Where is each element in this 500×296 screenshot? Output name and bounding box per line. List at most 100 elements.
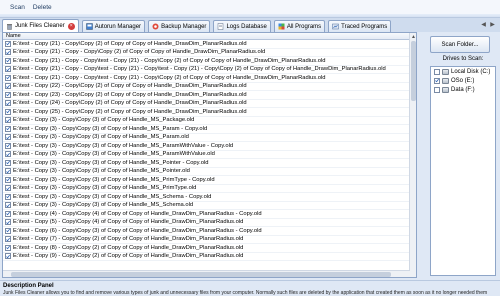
file-path: E:\test - Copy (21) - Copy\Copy (2) of C… (13, 40, 247, 47)
table-row[interactable]: E:\test - Copy (3) - Copy\Copy (3) of Co… (3, 185, 410, 193)
scan-menu-item[interactable]: Scan (10, 4, 25, 11)
drive-item[interactable]: Local Disk (C:) (431, 67, 495, 76)
table-row[interactable]: E:\test - Copy (21) - Copy - Copy\test -… (3, 66, 410, 74)
file-path: E:\test - Copy (3) - Copy\Copy (3) of Co… (13, 176, 215, 183)
table-row[interactable]: E:\test - Copy (7) - Copy\Copy (2) of Co… (3, 236, 410, 244)
tab-traced-programs[interactable]: Traced Programs (328, 20, 392, 32)
table-row[interactable]: E:\test - Copy (3) - Copy\Copy (3) of Co… (3, 151, 410, 159)
drive-checkbox[interactable] (434, 68, 440, 75)
tab-all-programs[interactable]: All Programs (273, 20, 326, 32)
hard-drive-icon (442, 68, 449, 75)
chevron-left-icon[interactable]: ◀ (480, 20, 487, 28)
table-row[interactable]: E:\test - Copy (3) - Copy\Copy (3) of Co… (3, 125, 410, 134)
table-row[interactable]: E:\test - Copy (3) - Copy\Copy (3) of Co… (3, 159, 410, 168)
menu-bar: Scan Delete (0, 0, 500, 14)
table-row[interactable]: E:\test - Copy (3) - Copy\Copy (3) of Co… (3, 142, 410, 151)
table-row[interactable]: E:\test - Copy (23) - Copy\Copy (2) of C… (3, 91, 410, 100)
table-row[interactable]: E:\test - Copy (4) - Copy\Copy (4) of Co… (3, 210, 410, 219)
side-panel: Scan Folder... Drives to Scan: Local Dis… (422, 32, 498, 278)
drive-item[interactable]: OSo (E:) (431, 76, 495, 85)
drive-item[interactable]: Data (F:) (431, 85, 495, 94)
file-path: E:\test - Copy (3) - Copy\Copy (3) of Co… (13, 193, 212, 200)
row-checkbox[interactable] (5, 193, 11, 200)
drives-label: Drives to Scan: (442, 56, 484, 62)
scroll-up-icon[interactable]: ▲ (410, 33, 416, 40)
row-checkbox[interactable] (5, 66, 11, 73)
row-checkbox[interactable] (5, 159, 11, 166)
tab-logs-database[interactable]: Logs Database (213, 20, 271, 32)
table-row[interactable]: E:\test - Copy (3) - Copy\Copy (3) of Co… (3, 117, 410, 125)
drive-checkbox[interactable] (434, 86, 440, 93)
row-checkbox[interactable] (5, 40, 11, 47)
table-row[interactable]: E:\test - Copy (22) - Copy\Copy (2) of C… (3, 83, 410, 91)
delete-menu-item[interactable]: Delete (33, 4, 52, 11)
close-icon[interactable]: × (67, 22, 75, 30)
row-checkbox[interactable] (5, 210, 11, 217)
scan-folder-button[interactable]: Scan Folder... (430, 36, 490, 53)
row-checkbox[interactable] (5, 168, 11, 175)
row-checkbox[interactable] (5, 49, 11, 56)
table-row[interactable]: E:\test - Copy (3) - Copy\Copy (3) of Co… (3, 193, 410, 202)
traced-icon (332, 23, 339, 30)
row-checkbox[interactable] (5, 253, 11, 260)
row-checkbox[interactable] (5, 185, 11, 192)
file-path: E:\test - Copy (3) - Copy\Copy (3) of Co… (13, 168, 190, 175)
table-row[interactable]: E:\test - Copy (3) - Copy\Copy (3) of Co… (3, 134, 410, 142)
junk-files-list: Name E:\test - Copy (21) - Copy\Copy (2)… (2, 32, 417, 278)
row-checkbox[interactable] (5, 219, 11, 226)
file-path: E:\test - Copy (4) - Copy\Copy (4) of Co… (13, 210, 262, 217)
autorun-icon (85, 23, 93, 30)
vertical-scrollbar[interactable]: ▲ (409, 33, 416, 277)
row-checkbox[interactable] (5, 125, 11, 132)
row-checkbox[interactable] (5, 108, 11, 115)
chevron-right-icon[interactable]: ▶ (489, 20, 496, 28)
row-checkbox[interactable] (5, 176, 11, 183)
file-path: E:\test - Copy (22) - Copy\Copy (2) of C… (13, 83, 247, 90)
tab-label: All Programs (286, 23, 322, 30)
table-row[interactable]: E:\test - Copy (8) - Copy\Copy (2) of Co… (3, 244, 410, 253)
file-path: E:\test - Copy (6) - Copy\Copy (3) of Co… (13, 227, 262, 234)
row-checkbox[interactable] (5, 142, 11, 149)
table-row[interactable]: E:\test - Copy (3) - Copy\Copy (3) of Co… (3, 202, 410, 210)
tab-label: Junk Files Cleaner (15, 23, 65, 29)
table-row[interactable]: E:\test - Copy (3) - Copy\Copy (3) of Co… (3, 168, 410, 176)
row-checkbox[interactable] (5, 236, 11, 243)
table-row[interactable]: E:\test - Copy (6) - Copy\Copy (3) of Co… (3, 227, 410, 236)
trash-icon (6, 23, 13, 30)
row-checkbox[interactable] (5, 244, 11, 251)
table-row[interactable]: E:\test - Copy (21) - Copy\Copy (2) of C… (3, 40, 410, 49)
scroll-thumb[interactable] (11, 272, 391, 277)
horizontal-scrollbar[interactable] (3, 270, 410, 277)
description-text: Junk Files Cleaner allows you to find an… (3, 290, 488, 296)
drive-checkbox[interactable] (434, 77, 440, 84)
row-checkbox[interactable] (5, 202, 11, 209)
backup-icon (152, 23, 159, 30)
file-path: E:\test - Copy (3) - Copy\Copy (3) of Co… (13, 117, 195, 124)
table-row[interactable]: E:\test - Copy (9) - Copy\Copy (2) of Co… (3, 253, 410, 261)
table-row[interactable]: E:\test - Copy (21) - Copy - Copy\test -… (3, 57, 410, 66)
row-checkbox[interactable] (5, 151, 11, 158)
scroll-thumb[interactable] (411, 41, 416, 101)
tab-autorun-manager[interactable]: Autorun Manager (81, 20, 146, 32)
tab-junk-files-cleaner[interactable]: Junk Files Cleaner × (2, 19, 79, 32)
table-row[interactable]: E:\test - Copy (25) - Copy\Copy (2) of C… (3, 108, 410, 117)
column-header-name[interactable]: Name (3, 33, 416, 40)
row-checkbox[interactable] (5, 57, 11, 64)
table-row[interactable]: E:\test - Copy (21) - Copy - Copy\Copy (… (3, 49, 410, 57)
table-row[interactable]: E:\test - Copy (21) - Copy - Copy\test -… (3, 74, 410, 83)
row-checkbox[interactable] (5, 117, 11, 124)
row-checkbox[interactable] (5, 134, 11, 141)
file-path: E:\test - Copy (21) - Copy - Copy\Copy (… (13, 49, 266, 56)
hard-drive-icon (442, 77, 449, 84)
file-path: E:\test - Copy (9) - Copy\Copy (2) of Co… (13, 253, 244, 260)
tab-backup-manager[interactable]: Backup Manager (148, 20, 211, 32)
table-row[interactable]: E:\test - Copy (24) - Copy\Copy (2) of C… (3, 100, 410, 108)
table-row[interactable]: E:\test - Copy (5) - Copy\Copy (4) of Co… (3, 219, 410, 227)
programs-icon (278, 23, 285, 30)
row-checkbox[interactable] (5, 83, 11, 90)
row-checkbox[interactable] (5, 74, 11, 81)
row-checkbox[interactable] (5, 91, 11, 98)
row-checkbox[interactable] (5, 227, 11, 234)
table-row[interactable]: E:\test - Copy (3) - Copy\Copy (3) of Co… (3, 176, 410, 185)
row-checkbox[interactable] (5, 100, 11, 107)
